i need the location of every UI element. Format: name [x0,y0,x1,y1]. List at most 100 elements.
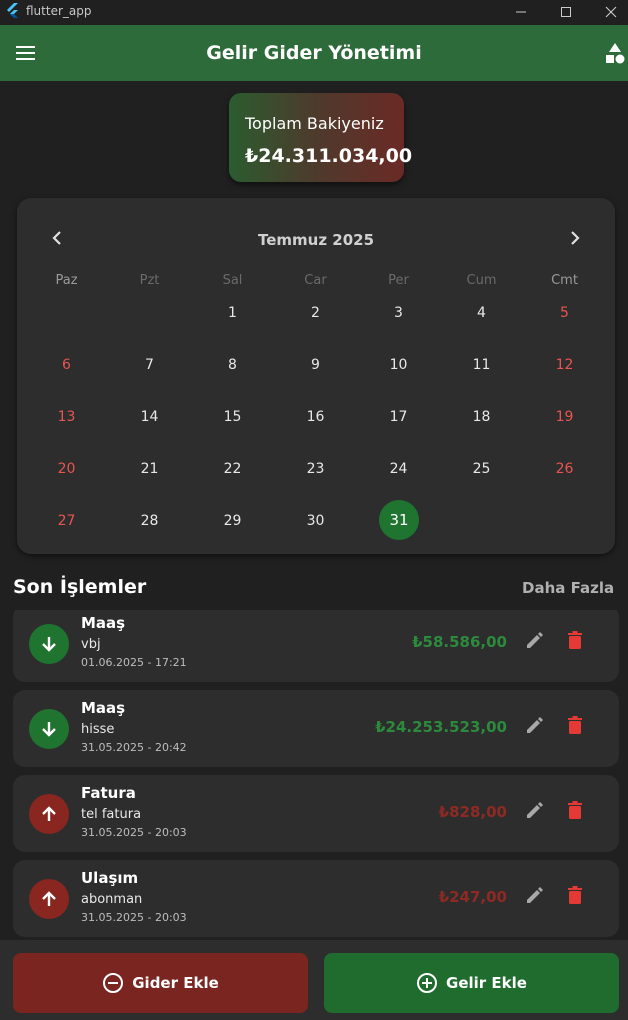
bottom-action-bar: Gider Ekle Gelir Ekle [0,940,628,1020]
more-link[interactable]: Daha Fazla [522,579,614,597]
expense-indicator [29,879,69,919]
minus-circle-icon [103,973,124,993]
balance-label: Toplam Bakiyeniz [245,114,384,133]
calendar-day[interactable]: 29 [191,513,274,529]
transaction-item[interactable]: Maaş vbj 01.06.2025 - 17:21 ₺58.586,00 [13,610,619,682]
calendar-day[interactable]: 11 [440,357,523,373]
balance-card: Toplam Bakiyeniz ₺24.311.034,00 [229,93,412,182]
transaction-item[interactable]: Maaş hisse 31.05.2025 - 20:42 ₺24.253.52… [13,690,619,767]
calendar-day[interactable]: 20 [25,461,108,477]
calendar-day[interactable]: 21 [108,461,191,477]
app-title: Gelir Gider Yönetimi [206,42,422,64]
transaction-amount: ₺247,00 [438,888,507,906]
transaction-title: Ulaşım [81,869,139,887]
calendar-day[interactable]: 22 [191,461,274,477]
arrow-up-icon [42,891,56,906]
flutter-logo-icon [7,3,18,18]
close-window-button[interactable] [588,0,628,24]
calendar-day[interactable]: 25 [440,461,523,477]
calendar-day[interactable]: 18 [440,409,523,425]
calendar-day[interactable]: 15 [191,409,274,425]
calendar-day[interactable]: 9 [274,357,357,373]
weekday-label: Pzt [139,273,160,288]
recent-transactions-title: Son İşlemler [13,576,147,598]
calendar-day[interactable]: 17 [357,409,440,425]
calendar-day[interactable]: 5 [523,305,606,321]
weekday-label: Car [304,273,327,288]
add-expense-label: Gider Ekle [132,974,219,992]
transaction-title: Fatura [81,784,136,802]
calendar-day[interactable]: 14 [108,409,191,425]
calendar-day[interactable]: 12 [523,357,606,373]
calendar-day[interactable]: 26 [523,461,606,477]
minimize-icon [516,11,526,13]
add-expense-button[interactable]: Gider Ekle [13,953,308,1013]
calendar-day[interactable]: 3 [357,305,440,321]
shapes-icon[interactable] [604,41,626,65]
calendar-day[interactable]: 30 [274,513,357,529]
maximize-icon [561,7,571,17]
edit-icon[interactable] [524,799,546,821]
minimize-button[interactable] [498,0,544,24]
income-indicator [29,624,69,664]
transaction-title: Maaş [81,614,126,632]
delete-icon[interactable] [564,714,586,736]
weekday-label: Paz [55,273,78,288]
transaction-date: 31.05.2025 - 20:42 [81,741,187,754]
calendar-day[interactable]: 13 [25,409,108,425]
add-income-label: Gelir Ekle [446,974,527,992]
weekday-label: Cmt [551,273,578,288]
arrow-up-icon [42,806,56,821]
edit-icon[interactable] [524,714,546,736]
transaction-title: Maaş [81,699,126,717]
window-title: flutter_app [26,4,92,18]
calendar-day[interactable]: 16 [274,409,357,425]
weekday-label: Sal [222,273,243,288]
transaction-amount: ₺58.586,00 [412,633,507,651]
edit-icon[interactable] [524,884,546,906]
calendar-day[interactable]: 7 [108,357,191,373]
delete-icon[interactable] [564,799,586,821]
calendar-day[interactable]: 10 [357,357,440,373]
delete-icon[interactable] [564,884,586,906]
transaction-description: tel fatura [81,807,142,822]
calendar: Temmuz 2025 Paz Pzt Sal Car Per Cum Cmt … [17,198,615,554]
delete-icon[interactable] [564,629,586,651]
chevron-right-icon[interactable] [565,228,585,248]
calendar-day[interactable]: 8 [191,357,274,373]
transaction-description: hisse [81,722,115,737]
edit-icon[interactable] [524,629,546,651]
balance-amount: ₺24.311.034,00 [245,145,413,167]
transaction-description: vbj [81,637,101,652]
transaction-amount: ₺828,00 [438,803,507,821]
plus-circle-icon [417,973,438,993]
maximize-button[interactable] [543,0,589,24]
calendar-month: Temmuz 2025 [257,231,375,249]
app-bar: Gelir Gider Yönetimi [0,25,628,81]
transaction-date: 01.06.2025 - 17:21 [81,656,187,669]
transaction-amount: ₺24.253.523,00 [375,718,507,736]
calendar-day-selected[interactable]: 31 [379,500,419,540]
transaction-date: 31.05.2025 - 20:03 [81,911,187,924]
expense-indicator [29,794,69,834]
add-income-button[interactable]: Gelir Ekle [324,953,619,1013]
calendar-day[interactable]: 24 [357,461,440,477]
transaction-item[interactable]: Fatura tel fatura 31.05.2025 - 20:03 ₺82… [13,775,619,852]
transaction-date: 31.05.2025 - 20:03 [81,826,187,839]
window-titlebar: flutter_app [0,0,628,24]
weekday-label: Cum [466,273,497,288]
transaction-item[interactable]: Ulaşım abonman 31.05.2025 - 20:03 ₺247,0… [13,860,619,937]
calendar-day[interactable]: 27 [25,513,108,529]
calendar-day[interactable]: 23 [274,461,357,477]
close-icon [605,6,617,18]
income-indicator [29,709,69,749]
weekday-label: Per [388,273,409,288]
calendar-day[interactable]: 28 [108,513,191,529]
calendar-day[interactable]: 2 [274,305,357,321]
calendar-day[interactable]: 4 [440,305,523,321]
calendar-day[interactable]: 1 [191,305,274,321]
calendar-day[interactable]: 19 [523,409,606,425]
transaction-list[interactable]: Maaş vbj 01.06.2025 - 17:21 ₺58.586,00 M… [13,610,619,937]
calendar-day[interactable]: 6 [25,357,108,373]
transaction-description: abonman [81,892,143,907]
